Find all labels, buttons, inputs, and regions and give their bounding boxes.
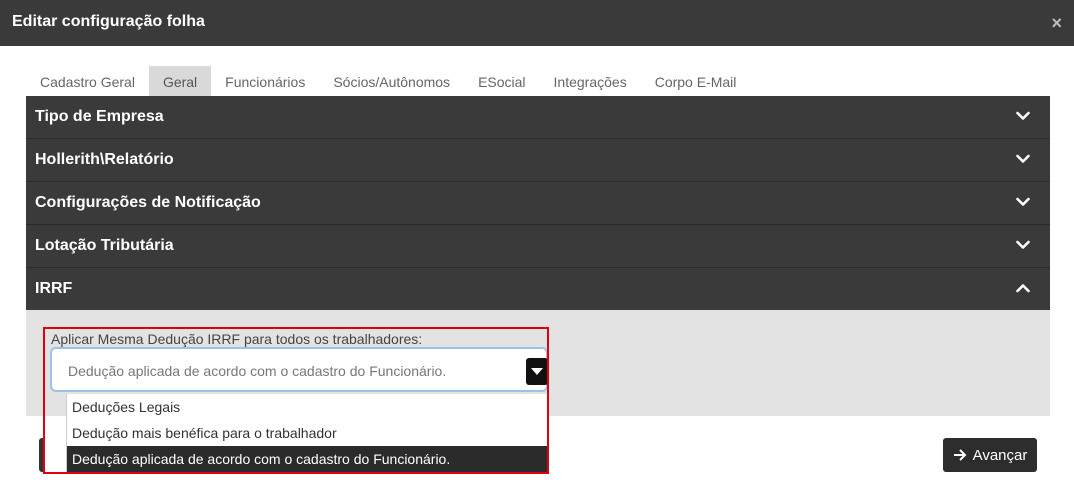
section-label: Configurações de Notificação bbox=[35, 194, 261, 211]
close-icon[interactable]: × bbox=[1051, 13, 1062, 34]
chevron-down-icon bbox=[1016, 197, 1030, 206]
tab-corpo-email[interactable]: Corpo E-Mail bbox=[641, 66, 751, 96]
section-tipo-de-empresa[interactable]: Tipo de Empresa bbox=[26, 96, 1050, 139]
section-label: IRRF bbox=[35, 280, 73, 297]
red-highlight-box bbox=[43, 327, 549, 474]
chevron-down-icon bbox=[1016, 154, 1030, 163]
section-lotacao-tributaria[interactable]: Lotação Tributária bbox=[26, 225, 1050, 268]
section-configuracoes-notificacao[interactable]: Configurações de Notificação bbox=[26, 182, 1050, 225]
section-hollerith-relatorio[interactable]: Hollerith\Relatório bbox=[26, 139, 1050, 182]
tab-cadastro-geral[interactable]: Cadastro Geral bbox=[26, 66, 149, 96]
section-irrf[interactable]: IRRF bbox=[26, 268, 1050, 311]
chevron-down-icon bbox=[1016, 240, 1030, 249]
chevron-up-icon bbox=[1016, 284, 1030, 293]
dialog-titlebar: Editar configuração folha × bbox=[0, 0, 1074, 46]
tab-esocial[interactable]: ESocial bbox=[464, 66, 539, 96]
tab-funcionarios[interactable]: Funcionários bbox=[211, 66, 319, 96]
dialog-title: Editar configuração folha bbox=[12, 13, 205, 30]
tab-integracoes[interactable]: Integrações bbox=[540, 66, 641, 96]
tab-geral[interactable]: Geral bbox=[148, 66, 212, 96]
settings-accordion: Tipo de Empresa Hollerith\Relatório Conf… bbox=[26, 96, 1050, 311]
tab-bar: Cadastro Geral Geral Funcionários Sócios… bbox=[26, 66, 750, 96]
advance-button[interactable]: Avançar bbox=[943, 438, 1037, 472]
section-label: Hollerith\Relatório bbox=[35, 151, 174, 168]
tab-socios-autonomos[interactable]: Sócios/Autônomos bbox=[319, 66, 464, 96]
advance-label: Avançar bbox=[972, 446, 1028, 464]
chevron-down-icon bbox=[1016, 111, 1030, 120]
section-label: Tipo de Empresa bbox=[35, 108, 164, 125]
section-label: Lotação Tributária bbox=[35, 237, 174, 254]
arrow-right-icon bbox=[953, 449, 967, 461]
